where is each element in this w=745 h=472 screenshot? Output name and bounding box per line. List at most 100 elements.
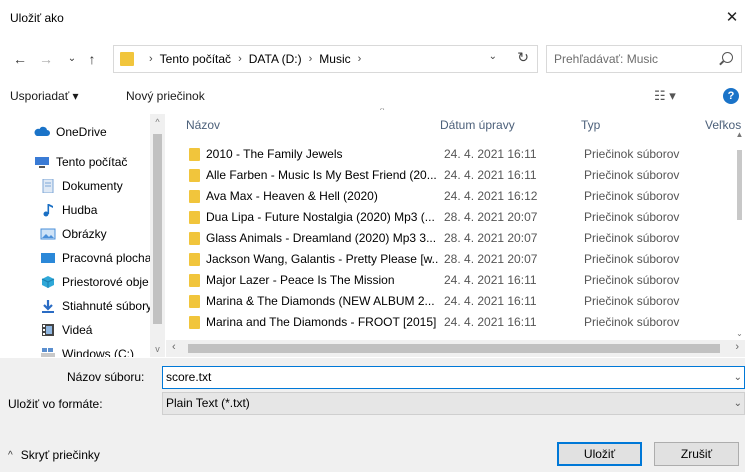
file-list: ^ Názov Dátum úpravy Typ Veľkos 2010 - T… [166, 108, 745, 340]
scroll-up-icon[interactable]: ^ [150, 114, 165, 130]
column-header-date[interactable]: Dátum úpravy [440, 118, 515, 132]
file-date: 24. 4. 2021 16:11 [444, 168, 537, 182]
3d-objects-icon [41, 276, 55, 288]
folder-icon [189, 295, 200, 308]
view-options-icon[interactable]: ☷ ▾ [654, 88, 676, 104]
refresh-icon[interactable]: ↻ [517, 49, 529, 66]
file-date: 28. 4. 2021 20:07 [444, 210, 538, 224]
forward-arrow-icon[interactable]: → [36, 49, 56, 69]
save-button[interactable]: Uložiť [557, 442, 642, 466]
search-input[interactable]: Prehľadávať: Music [546, 45, 742, 73]
sidebar-item-downloads[interactable]: Stiahnuté súbory [40, 296, 152, 316]
desktop-icon [41, 253, 55, 263]
list-item[interactable]: Major Lazer - Peace Is The Mission 24. 4… [166, 270, 745, 291]
sidebar-item-desktop[interactable]: Pracovná plocha [40, 248, 151, 268]
filename-input[interactable]: score.txt ⌄ [162, 366, 745, 389]
file-date: 24. 4. 2021 16:11 [444, 273, 537, 287]
folder-icon [189, 232, 200, 245]
file-format-select[interactable]: Plain Text (*.txt) ⌄ [162, 392, 745, 415]
list-item[interactable]: Dua Lipa - Future Nostalgia (2020) Mp3 (… [166, 207, 745, 228]
chevron-up-icon: ^ [8, 449, 13, 461]
list-item[interactable]: Marina and The Diamonds - FROOT [2015] 2… [166, 312, 745, 333]
list-item[interactable]: Glass Animals - Dreamland (2020) Mp3 3..… [166, 228, 745, 249]
breadcrumb-item-music[interactable]: Music [319, 52, 350, 66]
folder-icon [189, 169, 200, 182]
hide-folders-button[interactable]: ^ Skryť priečinky [8, 448, 100, 462]
sidebar-item-music[interactable]: Hudba [40, 200, 97, 220]
sidebar-item-videos[interactable]: Videá [40, 320, 92, 340]
folder-icon [189, 274, 200, 287]
scrollbar-thumb[interactable] [737, 150, 742, 220]
documents-icon [42, 179, 54, 193]
scroll-up-icon[interactable]: ▲ [734, 130, 745, 139]
breadcrumb: › Tento počítač › DATA (D:) › Music › [142, 52, 368, 66]
file-name: Major Lazer - Peace Is The Mission [206, 273, 395, 287]
folder-icon [189, 316, 200, 329]
navigation-pane: OneDrive Tento počítač Dokumenty Hudba O… [0, 114, 165, 357]
sidebar-item-this-pc[interactable]: Tento počítač [34, 152, 127, 172]
address-bar[interactable]: › Tento počítač › DATA (D:) › Music › ⌄ … [113, 45, 538, 73]
file-type: Priečinok súborov [584, 252, 680, 266]
scrollbar-thumb[interactable] [153, 134, 162, 324]
file-type: Priečinok súborov [584, 315, 680, 329]
file-type: Priečinok súborov [584, 168, 680, 182]
organize-button[interactable]: Usporiadať ▾ [10, 89, 79, 103]
scroll-left-icon[interactable]: ‹ [172, 341, 176, 353]
scroll-down-icon[interactable]: ⌄ [734, 329, 745, 338]
file-type: Priečinok súborov [584, 231, 680, 245]
sort-ascending-icon: ^ [380, 108, 385, 115]
navigation-scrollbar[interactable]: ^ v [150, 114, 165, 357]
list-item[interactable]: Marina & The Diamonds (NEW ALBUM 2... 24… [166, 291, 745, 312]
filename-value: score.txt [166, 370, 212, 384]
sidebar-item-documents[interactable]: Dokumenty [40, 176, 123, 196]
file-list-horizontal-scrollbar[interactable]: ‹ › [166, 340, 745, 357]
list-item[interactable]: Alle Farben - Music Is My Best Friend (2… [166, 165, 745, 186]
sidebar-item-3d-objects[interactable]: Priestorové obje [40, 272, 149, 292]
window-title: Uložiť ako [10, 11, 64, 25]
list-item[interactable]: 2010 - The Family Jewels 24. 4. 2021 16:… [166, 144, 745, 165]
file-date: 24. 4. 2021 16:11 [444, 315, 537, 329]
breadcrumb-separator-icon: › [149, 53, 153, 65]
breadcrumb-separator-icon: › [357, 53, 362, 65]
column-header-name[interactable]: Názov [186, 118, 220, 132]
address-dropdown-icon[interactable]: ⌄ [489, 51, 497, 62]
file-date: 28. 4. 2021 20:07 [444, 252, 538, 266]
breadcrumb-item-data-drive[interactable]: DATA (D:) [249, 52, 302, 66]
sidebar-item-pictures[interactable]: Obrázky [40, 224, 107, 244]
column-header-type[interactable]: Typ [581, 118, 600, 132]
file-name: Ava Max - Heaven & Hell (2020) [206, 189, 378, 203]
close-icon[interactable]: ✕ [719, 6, 745, 30]
cancel-button[interactable]: Zrušiť [654, 442, 739, 466]
sidebar-item-label: Tento počítač [56, 155, 128, 169]
file-type: Priečinok súborov [584, 210, 680, 224]
file-date: 24. 4. 2021 16:11 [444, 294, 537, 308]
chevron-down-icon[interactable]: ⌄ [734, 367, 742, 388]
file-date: 24. 4. 2021 16:12 [444, 189, 538, 203]
list-item[interactable]: Ava Max - Heaven & Hell (2020) 24. 4. 20… [166, 186, 745, 207]
file-name: Alle Farben - Music Is My Best Friend (2… [206, 168, 437, 182]
scroll-down-icon[interactable]: v [150, 341, 165, 357]
scroll-right-icon[interactable]: › [735, 341, 739, 353]
sidebar-item-label: Videá [62, 323, 93, 337]
file-date: 28. 4. 2021 20:07 [444, 231, 538, 245]
search-icon [722, 52, 733, 63]
up-arrow-icon[interactable]: ↑ [82, 49, 102, 69]
navigation-bar: ← → ⌄ ↑ › Tento počítač › DATA (D:) › Mu… [0, 42, 745, 76]
sidebar-item-label: Priestorové obje [62, 275, 149, 289]
back-arrow-icon[interactable]: ← [10, 49, 30, 69]
sidebar-item-windows-c[interactable]: Windows (C:) [40, 344, 134, 357]
recent-locations-icon[interactable]: ⌄ [62, 49, 82, 69]
list-item[interactable]: Jackson Wang, Galantis - Pretty Please [… [166, 249, 745, 270]
breadcrumb-separator-icon: › [308, 53, 313, 65]
file-list-vertical-scrollbar[interactable]: ▲ ⌄ [734, 108, 745, 340]
sidebar-item-onedrive[interactable]: OneDrive [34, 122, 107, 142]
computer-icon [35, 157, 49, 168]
new-folder-button[interactable]: Nový priečinok [126, 89, 205, 103]
scrollbar-thumb[interactable] [188, 344, 720, 353]
format-value: Plain Text (*.txt) [166, 396, 250, 410]
help-icon[interactable]: ? [723, 88, 739, 104]
save-as-dialog: Uložiť ako ✕ ← → ⌄ ↑ › Tento počítač › D… [0, 0, 745, 472]
breadcrumb-item-this-pc[interactable]: Tento počítač [160, 52, 231, 66]
folder-icon [189, 190, 200, 203]
sidebar-item-label: OneDrive [56, 125, 107, 139]
